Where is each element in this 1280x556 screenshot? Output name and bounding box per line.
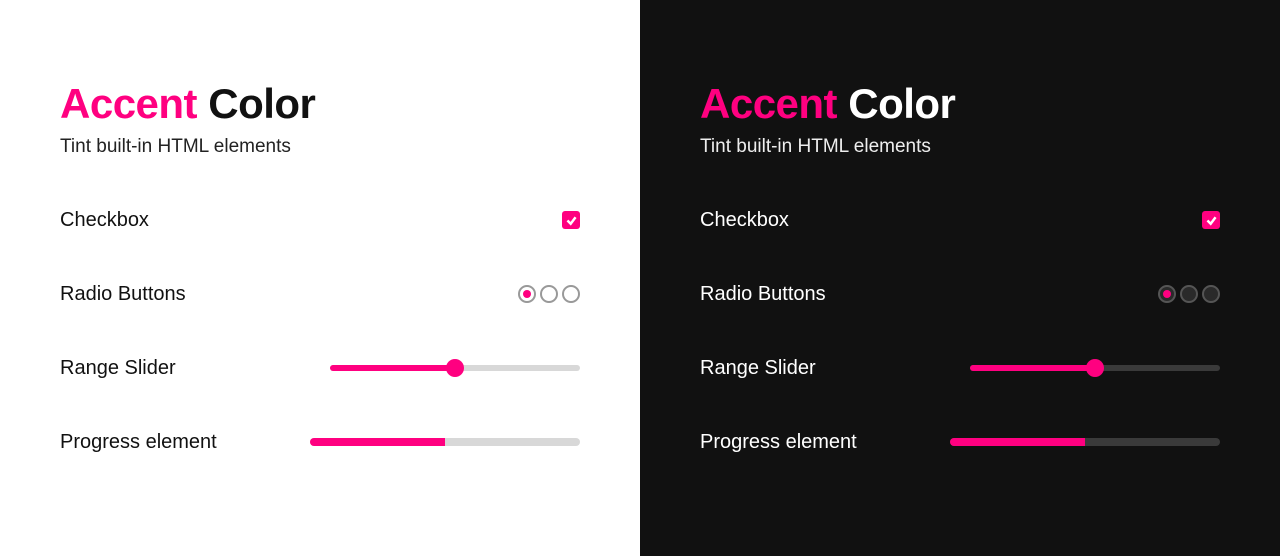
slider-fill (330, 365, 455, 371)
range-slider[interactable] (970, 359, 1220, 377)
checkbox-label: Checkbox (700, 209, 789, 232)
range-label: Range Slider (60, 357, 176, 380)
range-row: Range Slider (700, 356, 1220, 380)
checkbox-row: Checkbox (700, 208, 1220, 232)
page-title: Accent Color (60, 80, 580, 128)
progress-row: Progress element (60, 430, 580, 454)
slider-thumb[interactable] (1086, 359, 1104, 377)
checkbox-input[interactable] (562, 211, 580, 229)
page-subtitle: Tint built-in HTML elements (60, 136, 580, 158)
range-slider[interactable] (330, 359, 580, 377)
check-icon (565, 214, 578, 227)
radio-option-2[interactable] (540, 285, 558, 303)
checkbox-row: Checkbox (60, 208, 580, 232)
progress-fill (950, 438, 1085, 446)
radio-option-1[interactable] (518, 285, 536, 303)
progress-label: Progress element (60, 431, 217, 454)
progress-bar (310, 438, 580, 446)
light-panel: Accent Color Tint built-in HTML elements… (0, 0, 640, 556)
progress-fill (310, 438, 445, 446)
radio-row: Radio Buttons (700, 282, 1220, 306)
dark-panel: Accent Color Tint built-in HTML elements… (640, 0, 1280, 556)
title-accent: Accent (60, 80, 197, 127)
page-subtitle: Tint built-in HTML elements (700, 136, 1220, 158)
checkbox-input[interactable] (1202, 211, 1220, 229)
title-accent: Accent (700, 80, 837, 127)
radio-label: Radio Buttons (700, 283, 826, 306)
slider-thumb[interactable] (446, 359, 464, 377)
radio-label: Radio Buttons (60, 283, 186, 306)
progress-bar (950, 438, 1220, 446)
page-title: Accent Color (700, 80, 1220, 128)
radio-row: Radio Buttons (60, 282, 580, 306)
range-row: Range Slider (60, 356, 580, 380)
radio-option-2[interactable] (1180, 285, 1198, 303)
range-label: Range Slider (700, 357, 816, 380)
progress-row: Progress element (700, 430, 1220, 454)
radio-option-3[interactable] (1202, 285, 1220, 303)
radio-option-1[interactable] (1158, 285, 1176, 303)
checkbox-label: Checkbox (60, 209, 149, 232)
progress-label: Progress element (700, 431, 857, 454)
slider-fill (970, 365, 1095, 371)
title-rest: Color (208, 80, 315, 127)
check-icon (1205, 214, 1218, 227)
title-rest: Color (848, 80, 955, 127)
radio-option-3[interactable] (562, 285, 580, 303)
